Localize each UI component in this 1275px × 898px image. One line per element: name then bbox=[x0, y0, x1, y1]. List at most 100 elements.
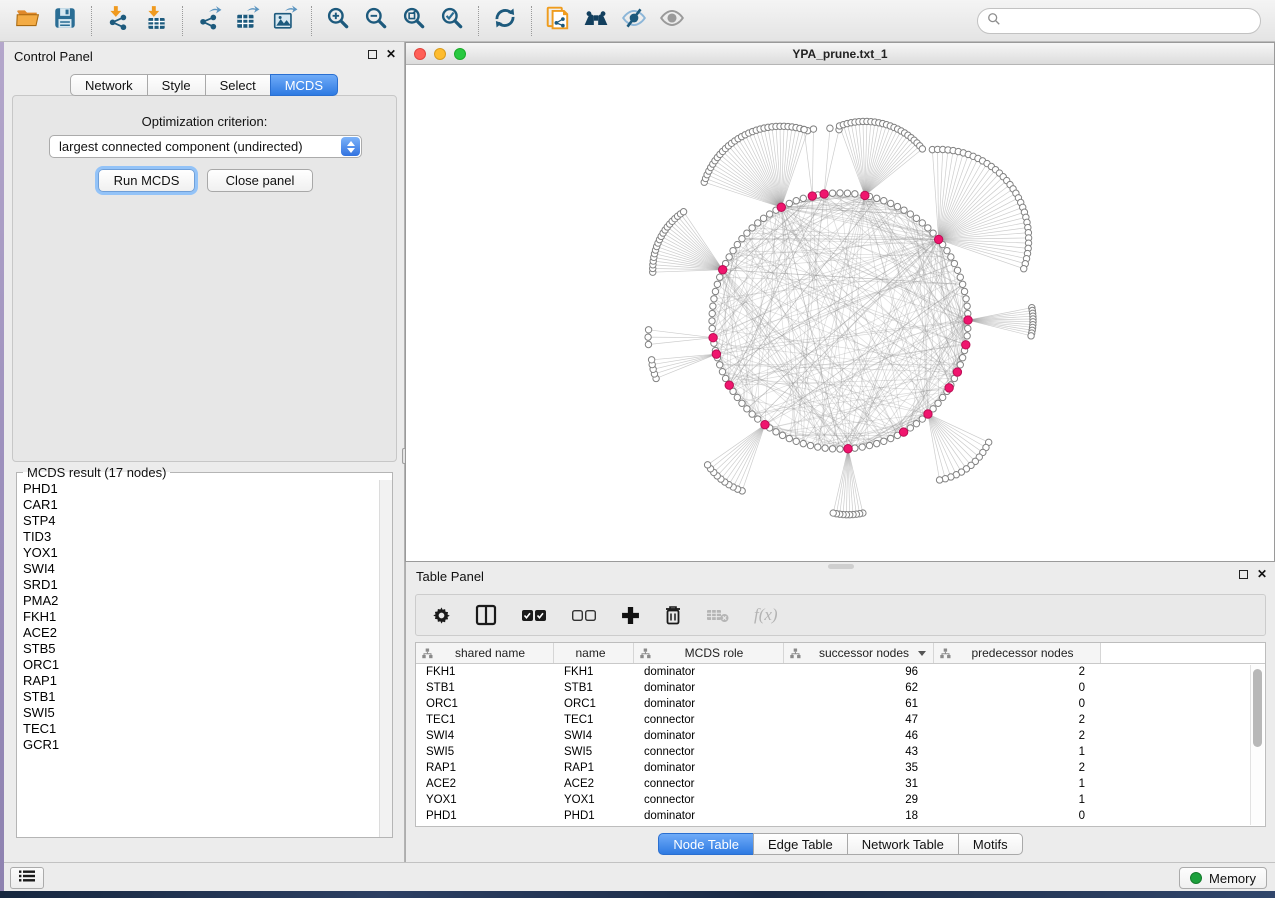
network-node[interactable] bbox=[1021, 266, 1027, 272]
network-node[interactable] bbox=[711, 296, 717, 302]
network-node[interactable] bbox=[710, 303, 716, 309]
float-panel-icon[interactable] bbox=[368, 50, 377, 59]
network-node[interactable] bbox=[913, 215, 919, 221]
network-node[interactable] bbox=[954, 267, 960, 273]
delete-columns-icon[interactable] bbox=[664, 602, 682, 628]
network-node[interactable] bbox=[964, 303, 970, 309]
mcds-result-item[interactable]: GCR1 bbox=[23, 737, 379, 753]
tab-select[interactable]: Select bbox=[205, 74, 271, 96]
column-header-shared-name[interactable]: shared name bbox=[416, 643, 554, 663]
network-hub-node[interactable] bbox=[861, 191, 869, 199]
table-row[interactable]: PHD1PHD1dominator180 bbox=[416, 808, 1265, 824]
network-hub-node[interactable] bbox=[899, 428, 907, 436]
network-canvas[interactable] bbox=[406, 65, 1274, 561]
network-node[interactable] bbox=[800, 195, 806, 201]
column-header-name[interactable]: name bbox=[554, 643, 634, 663]
network-node[interactable] bbox=[887, 435, 893, 441]
show-all-button[interactable] bbox=[656, 5, 688, 37]
network-node[interactable] bbox=[739, 236, 745, 242]
mcds-result-item[interactable]: TEC1 bbox=[23, 721, 379, 737]
network-node[interactable] bbox=[959, 281, 965, 287]
sort-descending-icon[interactable] bbox=[918, 651, 926, 656]
network-node[interactable] bbox=[822, 445, 828, 451]
float-table-panel-icon[interactable] bbox=[1239, 570, 1248, 579]
export-network-button[interactable] bbox=[193, 5, 225, 37]
zoom-selected-button[interactable] bbox=[436, 5, 468, 37]
mcds-result-item[interactable]: PHD1 bbox=[23, 481, 379, 497]
network-node[interactable] bbox=[866, 442, 872, 448]
network-node[interactable] bbox=[793, 198, 799, 204]
new-network-from-selection-button[interactable] bbox=[542, 5, 574, 37]
close-panel-icon[interactable]: ✕ bbox=[386, 49, 396, 59]
table-row[interactable]: YOX1YOX1connector291 bbox=[416, 792, 1265, 808]
network-node[interactable] bbox=[730, 247, 736, 253]
mcds-result-item[interactable]: STP4 bbox=[23, 513, 379, 529]
network-node[interactable] bbox=[881, 198, 887, 204]
deselect-all-rows-icon[interactable] bbox=[571, 602, 597, 628]
network-node[interactable] bbox=[755, 416, 761, 422]
network-node[interactable] bbox=[852, 191, 858, 197]
network-node[interactable] bbox=[837, 190, 843, 196]
mcds-result-item[interactable]: TID3 bbox=[23, 529, 379, 545]
network-node[interactable] bbox=[766, 211, 772, 217]
network-node[interactable] bbox=[859, 444, 865, 450]
network-node[interactable] bbox=[810, 126, 816, 132]
network-node[interactable] bbox=[779, 432, 785, 438]
search-input[interactable] bbox=[1001, 11, 1260, 31]
mcds-result-item[interactable]: PMA2 bbox=[23, 593, 379, 609]
network-node[interactable] bbox=[793, 438, 799, 444]
network-node[interactable] bbox=[734, 241, 740, 247]
table-row[interactable]: TEC1TEC1connector472 bbox=[416, 712, 1265, 728]
network-node[interactable] bbox=[744, 406, 750, 412]
network-node[interactable] bbox=[951, 260, 957, 266]
network-node[interactable] bbox=[645, 341, 651, 347]
mcds-result-item[interactable]: CAR1 bbox=[23, 497, 379, 513]
network-node[interactable] bbox=[773, 429, 779, 435]
network-hub-node[interactable] bbox=[844, 445, 852, 453]
column-header-mcds-role[interactable]: MCDS role bbox=[634, 643, 784, 663]
import-table-button[interactable] bbox=[140, 5, 172, 37]
network-node[interactable] bbox=[901, 207, 907, 213]
network-node[interactable] bbox=[827, 125, 833, 131]
mcds-result-item[interactable]: SWI4 bbox=[23, 561, 379, 577]
table-row[interactable]: SWI5SWI5connector431 bbox=[416, 744, 1265, 760]
window-maximize-icon[interactable] bbox=[454, 48, 466, 60]
mcds-result-item[interactable]: STB1 bbox=[23, 689, 379, 705]
window-minimize-icon[interactable] bbox=[434, 48, 446, 60]
table-row[interactable]: ORC1ORC1dominator610 bbox=[416, 696, 1265, 712]
add-column-icon[interactable] bbox=[621, 602, 640, 628]
network-node[interactable] bbox=[959, 355, 965, 361]
network-node[interactable] bbox=[935, 400, 941, 406]
export-image-button[interactable] bbox=[269, 5, 301, 37]
network-node[interactable] bbox=[749, 411, 755, 417]
table-row[interactable]: RAP1RAP1dominator352 bbox=[416, 760, 1265, 776]
zoom-out-button[interactable] bbox=[360, 5, 392, 37]
table-row[interactable]: STB1STB1dominator620 bbox=[416, 680, 1265, 696]
network-node[interactable] bbox=[881, 438, 887, 444]
network-node[interactable] bbox=[919, 146, 925, 152]
network-hub-node[interactable] bbox=[964, 316, 972, 324]
network-node[interactable] bbox=[722, 375, 728, 381]
network-node[interactable] bbox=[709, 325, 715, 331]
tab-edge-table[interactable]: Edge Table bbox=[753, 833, 848, 855]
tab-mcds[interactable]: MCDS bbox=[270, 74, 338, 96]
network-node[interactable] bbox=[907, 425, 913, 431]
mcds-result-item[interactable]: SWI5 bbox=[23, 705, 379, 721]
network-node[interactable] bbox=[704, 462, 710, 468]
mcds-result-item[interactable]: RAP1 bbox=[23, 673, 379, 689]
mcds-result-item[interactable]: YOX1 bbox=[23, 545, 379, 561]
table-mode-gear-icon[interactable] bbox=[432, 602, 451, 628]
mcds-result-item[interactable]: ACE2 bbox=[23, 625, 379, 641]
network-hub-node[interactable] bbox=[953, 368, 961, 376]
table-scrollbar[interactable] bbox=[1250, 665, 1264, 825]
tab-node-table[interactable]: Node Table bbox=[658, 833, 754, 855]
network-node[interactable] bbox=[719, 368, 725, 374]
memory-button[interactable]: Memory bbox=[1179, 867, 1267, 889]
table-row[interactable]: ACE2ACE2connector311 bbox=[416, 776, 1265, 792]
close-panel-button[interactable]: Close panel bbox=[207, 169, 313, 192]
network-hub-node[interactable] bbox=[725, 381, 733, 389]
network-node[interactable] bbox=[734, 394, 740, 400]
network-node[interactable] bbox=[815, 444, 821, 450]
table-row[interactable]: SWI4SWI4dominator462 bbox=[416, 728, 1265, 744]
network-node[interactable] bbox=[717, 362, 723, 368]
